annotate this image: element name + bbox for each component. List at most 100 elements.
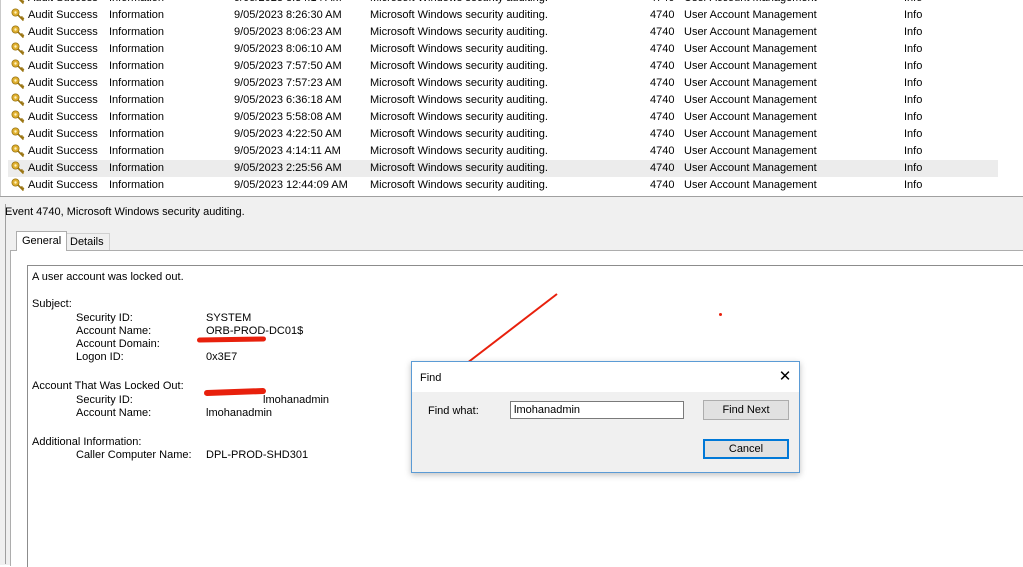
cell-source: Microsoft Windows security auditing. bbox=[370, 26, 548, 38]
key-icon bbox=[11, 93, 25, 107]
cell-opcode: Info bbox=[904, 179, 923, 191]
cell-keywords: Audit Success bbox=[28, 77, 98, 89]
cell-date-time: 9/05/2023 12:44:09 AM bbox=[234, 179, 348, 191]
cell-source: Microsoft Windows security auditing. bbox=[370, 9, 548, 21]
cell-event-id: 4740 bbox=[650, 43, 675, 55]
close-icon[interactable]: ✕ bbox=[771, 362, 799, 392]
message-intro: A user account was locked out. bbox=[32, 271, 184, 283]
event-list[interactable]: Audit Success Information 9/05/2023 8:34:1… bbox=[0, 0, 1023, 196]
cell-task-category: User Account Management bbox=[684, 9, 817, 21]
table-row[interactable]: Audit Success Information 9/05/2023 4:22:5… bbox=[8, 126, 998, 143]
find-next-button[interactable]: Find Next bbox=[703, 400, 789, 420]
cell-task-category: User Account Management bbox=[684, 94, 817, 106]
table-row[interactable]: Audit Success Information 9/05/2023 4:14:1… bbox=[8, 143, 998, 160]
key-icon bbox=[11, 110, 25, 124]
cell-keywords: Audit Success bbox=[28, 128, 98, 140]
event-detail-header: Event 4740, Microsoft Windows security a… bbox=[5, 206, 245, 218]
cell-event-id: 4740 bbox=[650, 60, 675, 72]
cell-opcode: Info bbox=[904, 94, 923, 106]
cell-event-id: 4740 bbox=[650, 94, 675, 106]
additional-info-heading: Additional Information: bbox=[32, 436, 142, 448]
subject-heading: Subject: bbox=[32, 298, 72, 310]
find-dialog: Find ✕ Find what: Find Next Cancel bbox=[411, 361, 800, 473]
pane-frame-edge bbox=[5, 204, 6, 564]
cell-event-id: 4740 bbox=[650, 9, 675, 21]
cell-source: Microsoft Windows security auditing. bbox=[370, 43, 548, 55]
cell-date-time: 9/05/2023 7:57:23 AM bbox=[234, 77, 342, 89]
cell-date-time: 9/05/2023 4:14:11 AM bbox=[234, 145, 341, 157]
table-row[interactable]: Audit Success Information 9/05/2023 12:44:… bbox=[8, 177, 998, 194]
cell-event-id: 4740 bbox=[650, 0, 674, 5]
cell-level: Information bbox=[109, 145, 165, 157]
cell-date-time: 9/05/2023 4:22:50 AM bbox=[234, 128, 342, 140]
key-icon bbox=[11, 161, 25, 175]
cell-keywords: Audit Success bbox=[28, 43, 98, 55]
cell-source: Microsoft Windows security auditing. bbox=[370, 145, 548, 157]
table-row[interactable]: Audit Success Information 9/05/2023 6:36:1… bbox=[8, 92, 998, 109]
cell-opcode: Info bbox=[904, 9, 923, 21]
cell-task-category: User Account Management bbox=[684, 145, 817, 157]
table-row-selected[interactable]: Audit Success Information 9/05/2023 2:25:5… bbox=[8, 160, 998, 177]
table-row[interactable]: Audit Success Information 9/05/2023 8:26:3… bbox=[8, 7, 998, 24]
cell-event-id: 4740 bbox=[650, 26, 675, 38]
table-row[interactable]: Audit Success Information 9/05/2023 5:58:0… bbox=[8, 109, 998, 126]
cell-task-category: User Account Management bbox=[684, 43, 817, 55]
subject-account-domain-label: Account Domain: bbox=[76, 338, 160, 350]
table-row[interactable]: Audit Success Information 9/05/2023 8:06:2… bbox=[8, 24, 998, 41]
cell-opcode: Info bbox=[904, 128, 923, 140]
cell-opcode: Info bbox=[904, 145, 923, 157]
table-row[interactable]: Audit Success Information 9/05/2023 7:57:2… bbox=[8, 75, 998, 92]
cell-level: Information bbox=[109, 60, 165, 72]
cell-source: Microsoft Windows security auditing. bbox=[370, 111, 548, 123]
table-row[interactable]: Audit Success Information 9/05/2023 8:06:1… bbox=[8, 41, 998, 58]
cell-keywords: Audit Success bbox=[28, 111, 98, 123]
annotation-dot bbox=[719, 313, 722, 316]
cell-event-id: 4740 bbox=[650, 128, 675, 140]
cell-level: Information bbox=[109, 179, 165, 191]
table-row[interactable]: Audit Success Information 9/05/2023 8:34:1… bbox=[8, 0, 998, 7]
cell-source: Microsoft Windows security auditing. bbox=[370, 60, 548, 72]
key-icon bbox=[11, 42, 25, 56]
cell-opcode: Info bbox=[904, 43, 923, 55]
cell-level: Information bbox=[109, 77, 165, 89]
find-dialog-title: Find bbox=[420, 372, 442, 384]
cell-opcode: Info bbox=[904, 162, 923, 174]
cell-event-id: 4740 bbox=[650, 179, 675, 191]
cancel-button[interactable]: Cancel bbox=[703, 439, 789, 459]
cell-opcode: Info bbox=[904, 60, 923, 72]
cell-keywords: Audit Success bbox=[28, 0, 98, 5]
key-icon bbox=[11, 8, 25, 22]
subject-account-name-label: Account Name: bbox=[76, 325, 152, 337]
tab-details[interactable]: Details bbox=[64, 233, 110, 250]
cell-level: Information bbox=[109, 128, 165, 140]
cell-date-time: 9/05/2023 7:57:50 AM bbox=[234, 60, 342, 72]
tab-general[interactable]: General bbox=[16, 231, 68, 251]
cell-source: Microsoft Windows security auditing. bbox=[370, 77, 548, 89]
cell-source: Microsoft Windows security auditing. bbox=[370, 128, 548, 140]
cell-level: Information bbox=[109, 0, 164, 5]
cell-level: Information bbox=[109, 162, 165, 174]
cell-keywords: Audit Success bbox=[28, 179, 98, 191]
cell-level: Information bbox=[109, 111, 165, 123]
table-row[interactable]: Audit Success Information 9/05/2023 7:57:5… bbox=[8, 58, 998, 75]
locked-account-heading: Account That Was Locked Out: bbox=[32, 380, 184, 392]
list-left-edge bbox=[0, 0, 1, 196]
caller-computer-value: DPL-PROD-SHD301 bbox=[206, 449, 309, 461]
cell-task-category: User Account Management bbox=[684, 26, 817, 38]
cell-opcode: Info bbox=[904, 26, 923, 38]
cell-task-category: User Account Management bbox=[684, 162, 817, 174]
cell-date-time: 9/05/2023 5:58:08 AM bbox=[234, 111, 342, 123]
cell-level: Information bbox=[109, 9, 165, 21]
find-what-input[interactable] bbox=[510, 401, 684, 419]
cell-event-id: 4740 bbox=[650, 77, 675, 89]
cell-date-time: 9/05/2023 8:06:10 AM bbox=[234, 43, 342, 55]
cell-task-category: User Account Management bbox=[684, 60, 817, 72]
find-dialog-titlebar[interactable]: Find ✕ bbox=[412, 362, 799, 392]
cell-keywords: Audit Success bbox=[28, 26, 98, 38]
key-icon bbox=[11, 25, 25, 39]
key-icon bbox=[11, 178, 25, 192]
cell-source: Microsoft Windows security auditing. bbox=[370, 94, 548, 106]
cell-event-id: 4740 bbox=[650, 111, 675, 123]
cell-keywords: Audit Success bbox=[28, 9, 98, 21]
cell-task-category: User Account Management bbox=[684, 0, 817, 5]
